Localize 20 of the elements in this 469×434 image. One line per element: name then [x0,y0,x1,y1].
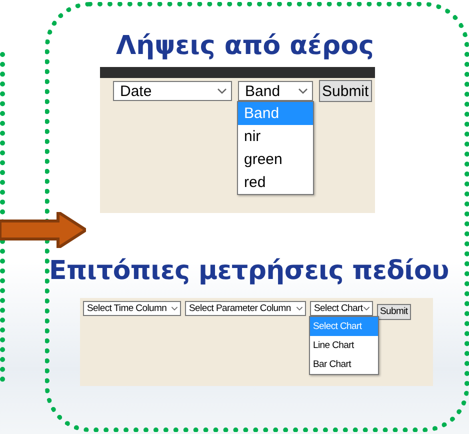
submit-button[interactable]: Submit [319,80,372,102]
section-title: Λήψεις από αέρος [116,31,374,61]
dropdown-select[interactable]: Date [113,81,232,101]
submit-button[interactable]: Submit [377,304,411,320]
dropdown-option[interactable]: green [238,148,313,171]
chevron-down-icon [217,88,227,94]
dropdown-select[interactable]: Band [238,81,313,101]
dropdown-select[interactable]: Select Time Column [83,301,181,316]
arrow-icon [0,212,86,248]
dropdown-option[interactable]: Line Chart [310,336,378,355]
section-title: Επιτόπιες μετρήσεις πεδίου [49,256,449,286]
chevron-down-icon [171,306,178,311]
dropdown-select[interactable]: Select Parameter Column [185,301,306,316]
dropdown-select[interactable]: Select Chart [310,301,373,316]
dropdown-option[interactable]: red [238,171,313,194]
chevron-down-icon [296,306,303,311]
chevron-down-icon [298,88,308,94]
dropdown-option[interactable]: nir [238,125,313,148]
dropdown-option[interactable]: Bar Chart [310,355,378,374]
chevron-down-icon [363,306,370,311]
